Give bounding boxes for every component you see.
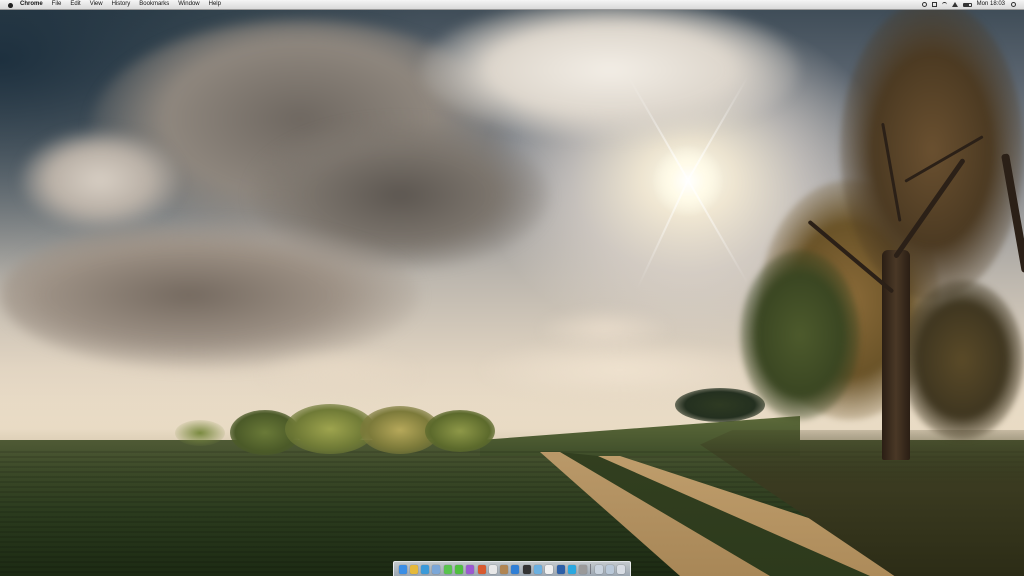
menu-bookmarks[interactable]: Bookmarks bbox=[139, 0, 169, 9]
tree-cluster bbox=[425, 410, 495, 452]
calendar-icon[interactable] bbox=[488, 564, 497, 574]
menu-view[interactable]: View bbox=[90, 0, 103, 9]
tree-foliage bbox=[900, 280, 1024, 440]
menu-app-name[interactable]: Chrome bbox=[20, 0, 43, 9]
safari-icon[interactable] bbox=[421, 564, 430, 574]
tree-foliage bbox=[840, 0, 1024, 300]
iphoto-icon[interactable] bbox=[477, 564, 486, 574]
textedit-icon[interactable] bbox=[545, 564, 554, 574]
menu-bar: Chrome File Edit View History Bookmarks … bbox=[0, 0, 1024, 10]
time-machine-icon[interactable] bbox=[921, 2, 927, 7]
menu-clock[interactable]: Mon 18:03 bbox=[977, 0, 1005, 9]
cloud bbox=[420, 0, 800, 140]
itunes-icon[interactable] bbox=[466, 564, 475, 574]
spotlight-search-icon[interactable] bbox=[1011, 2, 1016, 7]
wifi-icon[interactable] bbox=[941, 2, 947, 7]
chrome-icon[interactable] bbox=[409, 564, 418, 574]
tree-foliage bbox=[740, 250, 860, 420]
menu-file[interactable]: File bbox=[52, 0, 62, 9]
photoshop-icon[interactable] bbox=[556, 564, 565, 574]
menu-edit[interactable]: Edit bbox=[70, 0, 80, 9]
documents-stack-icon[interactable] bbox=[594, 564, 603, 574]
terminal-icon[interactable] bbox=[522, 564, 531, 574]
app-store-icon[interactable] bbox=[511, 564, 520, 574]
desktop-wallpaper bbox=[0, 0, 1024, 576]
mail-icon[interactable] bbox=[432, 564, 441, 574]
cloud bbox=[0, 220, 420, 370]
trash-icon[interactable] bbox=[617, 564, 626, 574]
bluetooth-icon[interactable] bbox=[931, 2, 937, 7]
messages-icon[interactable] bbox=[443, 564, 452, 574]
apple-menu-icon[interactable] bbox=[8, 2, 13, 8]
preview-icon[interactable] bbox=[534, 564, 543, 574]
contacts-icon[interactable] bbox=[500, 564, 509, 574]
menu-help[interactable]: Help bbox=[209, 0, 221, 9]
dock bbox=[393, 561, 631, 576]
system-preferences-icon[interactable] bbox=[579, 564, 588, 574]
status-area: Mon 18:03 bbox=[921, 0, 1024, 9]
dock-separator bbox=[590, 564, 592, 574]
volume-icon[interactable] bbox=[951, 2, 958, 7]
tree-cluster bbox=[175, 420, 225, 446]
downloads-stack-icon[interactable] bbox=[605, 564, 614, 574]
menu-history[interactable]: History bbox=[112, 0, 131, 9]
tree-cluster bbox=[675, 388, 765, 422]
finder-icon[interactable] bbox=[398, 564, 407, 574]
skype-icon[interactable] bbox=[567, 564, 576, 574]
tree-trunk bbox=[882, 250, 910, 460]
menu-window[interactable]: Window bbox=[178, 0, 199, 9]
facetime-icon[interactable] bbox=[455, 564, 464, 574]
cloud bbox=[20, 130, 180, 230]
battery-icon[interactable] bbox=[962, 2, 972, 7]
